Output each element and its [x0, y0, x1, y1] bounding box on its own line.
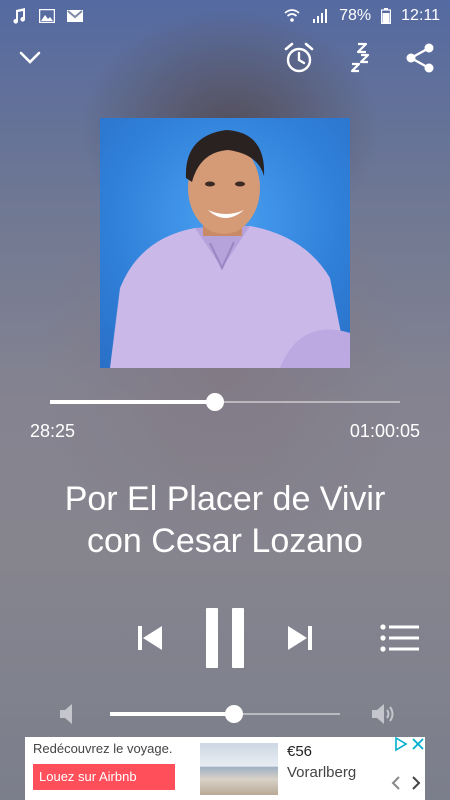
skip-next-icon — [286, 624, 314, 657]
system-icons: 78% 12:11 — [283, 7, 440, 25]
volume-level — [110, 712, 235, 716]
clock: 12:11 — [401, 7, 440, 24]
volume-low-icon — [58, 703, 78, 730]
ad-next-icon[interactable] — [411, 775, 421, 796]
host-portrait — [110, 130, 350, 368]
gmail-icon — [66, 8, 84, 24]
seek-thumb[interactable] — [205, 393, 224, 411]
queue-list-icon — [380, 623, 420, 657]
player-toolbar — [0, 40, 450, 80]
signal-icon — [311, 8, 329, 24]
track-title-line-1: Por El Placer de Vivir — [64, 480, 386, 518]
collapse-button[interactable] — [12, 40, 48, 80]
ad-prev-icon[interactable] — [391, 775, 401, 796]
music-note-icon — [10, 8, 28, 24]
ad-close-icon[interactable] — [411, 737, 425, 756]
battery-icon — [381, 8, 392, 24]
ad-info-icon — [393, 736, 409, 757]
alarm-clock-icon — [283, 42, 315, 79]
ad-choices[interactable] — [389, 736, 425, 757]
ad-price: €56 — [287, 743, 313, 760]
ad-banner[interactable]: Redécouvrez le voyage. Louez sur Airbnb … — [25, 736, 425, 800]
ad-tagline: Redécouvrez le voyage. — [33, 741, 173, 756]
current-time: 28:25 — [30, 421, 76, 441]
ad-image — [200, 743, 278, 795]
share-icon — [404, 42, 436, 79]
pause-button[interactable] — [200, 606, 250, 674]
image-icon — [38, 8, 56, 24]
status-bar: 78% 12:11 — [0, 0, 450, 32]
track-title: Por El Placer de Vivir con Cesar Lozano — [20, 478, 430, 562]
wifi-icon — [283, 8, 301, 24]
ad-location: Vorarlberg — [287, 764, 357, 781]
next-button[interactable] — [280, 620, 320, 660]
notification-icons — [10, 8, 84, 24]
queue-button[interactable] — [378, 622, 422, 658]
ad-cta-button[interactable]: Louez sur Airbnb — [33, 764, 175, 790]
seek-progress — [50, 400, 215, 404]
chevron-down-icon — [19, 51, 41, 70]
previous-button[interactable] — [130, 620, 170, 660]
volume-high-icon — [370, 703, 396, 730]
sleep-timer-button[interactable] — [342, 40, 378, 80]
alarm-button[interactable] — [281, 40, 317, 80]
album-artwork — [100, 118, 350, 368]
ad-navigation — [391, 775, 421, 796]
seek-bar[interactable] — [50, 392, 400, 412]
pause-icon — [204, 607, 246, 674]
share-button[interactable] — [402, 40, 438, 80]
skip-previous-icon — [136, 624, 164, 657]
sleep-timer-icon — [346, 42, 374, 79]
duration: 01:00:05 — [349, 421, 420, 441]
track-title-line-2: con Cesar Lozano — [87, 522, 363, 560]
battery-percent: 78% — [339, 7, 372, 24]
